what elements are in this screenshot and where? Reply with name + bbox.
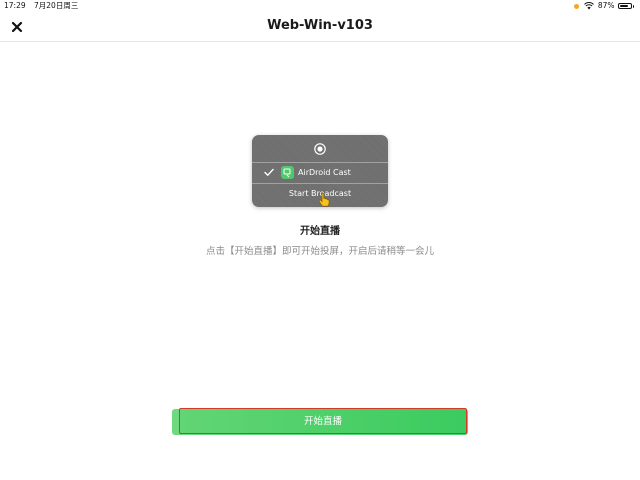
checkmark-icon [264,168,274,179]
battery-icon [617,3,632,9]
status-bar: 17:29 7月20日周三 87% [0,0,640,12]
main-title: 开始直播 [300,226,340,237]
instruction-text: 点击【开始直播】即可开始投屏，开启后请稍等一会儿 [205,246,434,257]
status-date: 7月20日周三 [34,1,79,10]
battery-tip [632,4,634,8]
start-broadcast-button[interactable]: 开始直播 [179,408,467,434]
nav-bar: Web-Win-v103 [0,12,640,42]
battery-fill [619,5,629,7]
wifi-icon [583,2,594,10]
status-left: 17:29 7月20日周三 [4,0,84,12]
status-time: 17:29 [4,1,26,10]
orange-dot-icon [573,3,579,9]
record-icon [314,142,326,155]
status-right: 87% [573,0,634,12]
battery-percent: 87% [597,1,615,10]
broadcast-picker-illustration: AirDroid Cast Start Broadcast [252,135,388,207]
page-title: Web-Win-v103 [267,18,373,33]
pointing-hand-icon [318,192,330,211]
airdroid-cast-app-icon [281,166,294,179]
record-row [252,135,388,163]
app-row: AirDroid Cast [252,163,388,184]
app-name: AirDroid Cast [298,168,351,177]
